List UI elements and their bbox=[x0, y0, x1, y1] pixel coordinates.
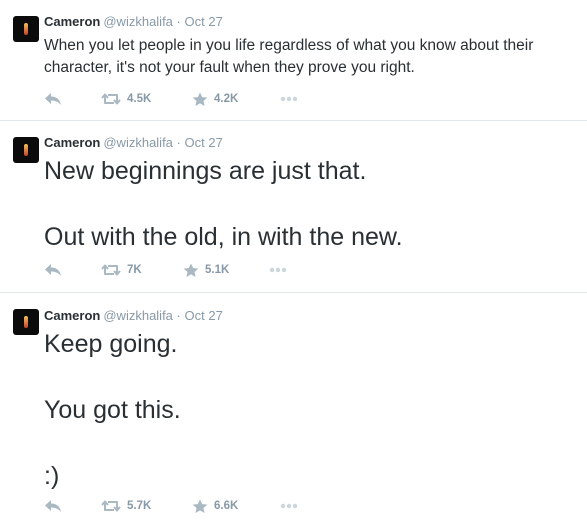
retweet-button[interactable]: 5.7K bbox=[101, 498, 151, 514]
tweet-header: Cameron @wizkhalifa · Oct 27 bbox=[44, 308, 223, 324]
tweet-text: Keep going. You got this. :) bbox=[44, 330, 181, 490]
star-icon bbox=[192, 499, 208, 513]
reply-icon bbox=[45, 500, 61, 512]
timestamp[interactable]: Oct 27 bbox=[185, 308, 223, 323]
tweet-actions: 7K 5.1K bbox=[44, 262, 344, 278]
avatar[interactable] bbox=[13, 309, 39, 335]
timestamp[interactable]: Oct 27 bbox=[185, 14, 223, 29]
retweet-count: 5.7K bbox=[127, 500, 152, 512]
favorite-count: 6.6K bbox=[214, 500, 239, 512]
more-icon bbox=[269, 267, 287, 273]
tweet-actions: 4.5K 4.2K bbox=[44, 91, 344, 107]
tweet[interactable]: Cameron @wizkhalifa · Oct 27 Keep going. … bbox=[0, 293, 587, 527]
reply-button[interactable] bbox=[44, 91, 62, 107]
tweet[interactable]: Cameron @wizkhalifa · Oct 27 New beginnin… bbox=[0, 121, 587, 293]
username[interactable]: @wizkhalifa bbox=[103, 308, 173, 323]
tweet-header: Cameron @wizkhalifa · Oct 27 bbox=[44, 14, 223, 30]
username[interactable]: @wizkhalifa bbox=[103, 14, 173, 29]
favorite-button[interactable]: 4.2K bbox=[192, 91, 238, 107]
separator: · bbox=[176, 308, 181, 323]
avatar[interactable] bbox=[13, 16, 39, 42]
reply-button[interactable] bbox=[44, 262, 62, 278]
more-icon bbox=[280, 503, 298, 509]
favorite-count: 5.1K bbox=[205, 264, 230, 276]
favorite-count: 4.2K bbox=[214, 93, 239, 105]
more-button[interactable] bbox=[269, 262, 287, 278]
username[interactable]: @wizkhalifa bbox=[103, 135, 173, 150]
avatar[interactable] bbox=[13, 137, 39, 163]
retweet-count: 7K bbox=[127, 264, 142, 276]
favorite-button[interactable]: 6.6K bbox=[192, 498, 238, 514]
favorite-button[interactable]: 5.1K bbox=[183, 262, 229, 278]
tweet-actions: 5.7K 6.6K bbox=[44, 498, 344, 514]
retweet-icon bbox=[101, 500, 121, 512]
display-name[interactable]: Cameron bbox=[44, 14, 100, 29]
reply-icon bbox=[45, 264, 61, 276]
display-name[interactable]: Cameron bbox=[44, 308, 100, 323]
separator: · bbox=[176, 135, 181, 150]
timestamp[interactable]: Oct 27 bbox=[185, 135, 223, 150]
tweet[interactable]: Cameron @wizkhalifa · Oct 27 When you let… bbox=[0, 0, 587, 121]
more-icon bbox=[280, 96, 298, 102]
display-name[interactable]: Cameron bbox=[44, 135, 100, 150]
star-icon bbox=[183, 263, 199, 277]
more-button[interactable] bbox=[280, 498, 298, 514]
reply-button[interactable] bbox=[44, 498, 62, 514]
separator: · bbox=[176, 14, 181, 29]
tweet-header: Cameron @wizkhalifa · Oct 27 bbox=[44, 135, 223, 151]
retweet-button[interactable]: 7K bbox=[101, 262, 142, 278]
tweet-text: New beginnings are just that. Out with t… bbox=[44, 157, 403, 251]
more-button[interactable] bbox=[280, 91, 298, 107]
tweet-text: When you let people in you life regardle… bbox=[44, 37, 534, 76]
star-icon bbox=[192, 92, 208, 106]
retweet-count: 4.5K bbox=[127, 93, 152, 105]
reply-icon bbox=[45, 93, 61, 105]
tweet-feed: Cameron @wizkhalifa · Oct 27 When you let… bbox=[0, 0, 587, 527]
retweet-icon bbox=[101, 264, 121, 276]
retweet-icon bbox=[101, 93, 121, 105]
retweet-button[interactable]: 4.5K bbox=[101, 91, 151, 107]
